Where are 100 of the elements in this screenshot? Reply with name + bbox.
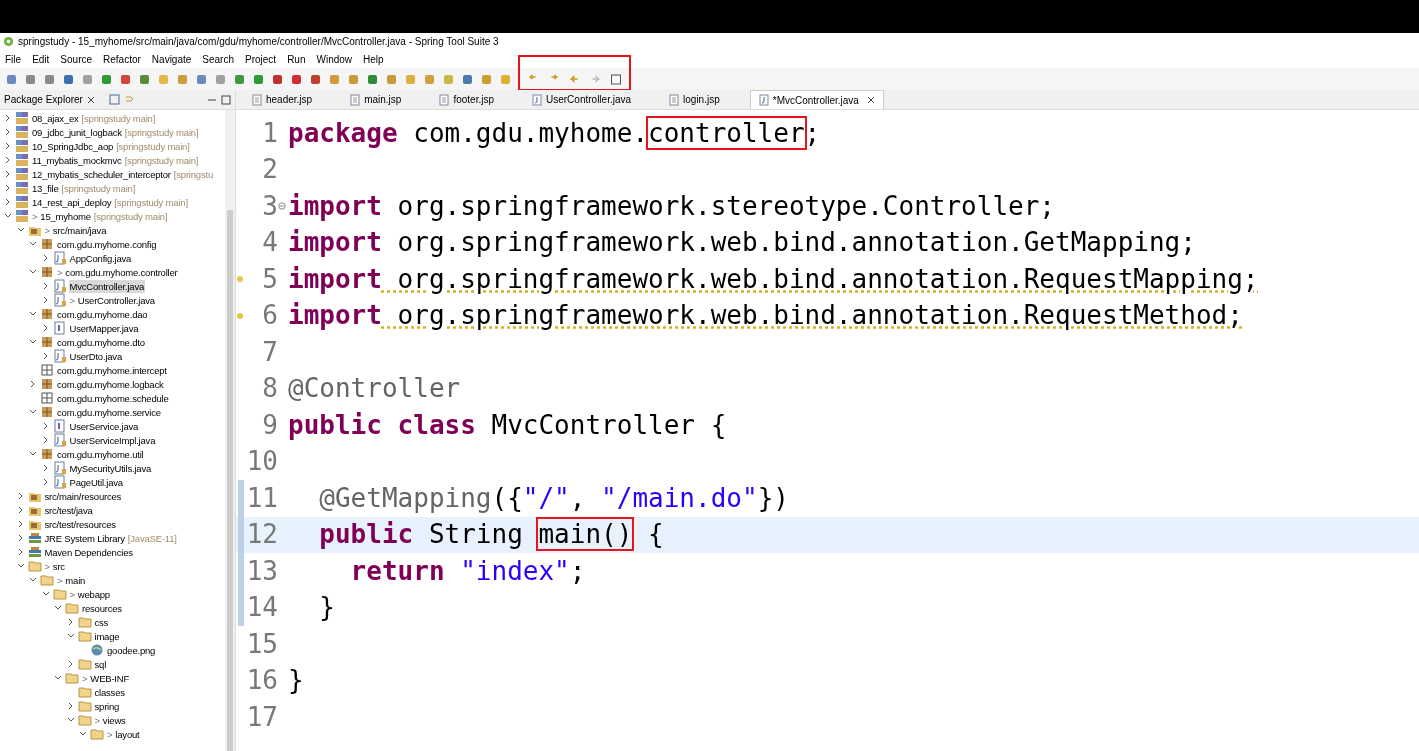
chevron-right-icon[interactable]: [41, 464, 50, 472]
maximize-icon[interactable]: [221, 94, 231, 105]
chevron-right-icon[interactable]: [4, 114, 12, 122]
editor-tab[interactable]: UserController.java: [524, 90, 660, 109]
menu-item[interactable]: Project: [245, 51, 277, 67]
chevron-right-icon[interactable]: [41, 478, 50, 486]
tree-item[interactable]: image: [93, 629, 121, 643]
menu-item[interactable]: File: [5, 51, 22, 67]
tree-item[interactable]: 10_SpringJdbc_aop [springstudy main]: [31, 139, 191, 153]
chevron-right-icon[interactable]: [41, 436, 50, 444]
chevron-right-icon[interactable]: [41, 422, 50, 430]
chevron-right-icon[interactable]: [66, 702, 75, 710]
chevron-right-icon[interactable]: [41, 282, 50, 290]
tree-item[interactable]: > 15_myhome [springstudy main]: [31, 209, 169, 223]
chevron-down-icon[interactable]: [79, 730, 87, 738]
chevron-down-icon[interactable]: [66, 716, 75, 724]
tree-item[interactable]: com.gdu.myhome.schedule: [56, 391, 170, 405]
tree-item[interactable]: spring: [93, 699, 121, 713]
chevron-down-icon[interactable]: [66, 632, 75, 640]
menu-item[interactable]: Search: [202, 51, 234, 67]
chevron-right-icon[interactable]: [41, 296, 50, 304]
toolbar-icon[interactable]: [309, 72, 322, 86]
toolbar-icon[interactable]: [119, 72, 132, 86]
tree-item[interactable]: > src/main/java: [43, 223, 108, 237]
tree-item[interactable]: com.gdu.myhome.util: [56, 447, 145, 461]
tree-item[interactable]: > src: [43, 559, 66, 573]
tree-item[interactable]: com.gdu.myhome.intercept: [56, 363, 168, 377]
toolbar-icon[interactable]: [5, 72, 18, 86]
tree-item[interactable]: 12_mybatis_scheduler_interceptor [springstu: [31, 167, 214, 181]
editor-tab[interactable]: *MvcController.java: [749, 90, 884, 109]
chevron-down-icon[interactable]: [29, 338, 37, 346]
editor-tab[interactable]: main.jsp: [342, 90, 430, 109]
close-icon[interactable]: [866, 96, 875, 104]
fold-icon[interactable]: [278, 202, 286, 211]
chevron-right-icon[interactable]: [4, 184, 12, 192]
menu-item[interactable]: Run: [287, 51, 306, 67]
tree-item[interactable]: src/test/java: [43, 503, 94, 517]
toolbar-icon[interactable]: [100, 72, 113, 86]
tree-item[interactable]: 08_ajax_ex [springstudy main]: [31, 111, 157, 125]
tree-item[interactable]: 13_file [springstudy main]: [31, 181, 137, 195]
chevron-right-icon[interactable]: [16, 534, 25, 542]
tree-item[interactable]: UserServiceImpl.java: [68, 433, 157, 447]
chevron-down-icon[interactable]: [29, 408, 37, 416]
menu-item[interactable]: Window: [316, 51, 353, 67]
chevron-down-icon[interactable]: [29, 450, 37, 458]
chevron-down-icon[interactable]: [16, 562, 25, 570]
tree-item[interactable]: src/test/resources: [43, 517, 117, 531]
chevron-right-icon[interactable]: [4, 128, 12, 136]
chevron-right-icon[interactable]: [16, 548, 25, 556]
maximize-icon[interactable]: [610, 73, 623, 85]
tree-item[interactable]: com.gdu.myhome.service: [56, 405, 162, 419]
tree-item[interactable]: UserDto.java: [68, 349, 123, 363]
chevron-right-icon[interactable]: [16, 492, 25, 500]
toolbar-icon[interactable]: [195, 72, 208, 86]
tree-item[interactable]: UserMapper.java: [68, 321, 140, 335]
chevron-right-icon[interactable]: [41, 324, 50, 332]
tree-item[interactable]: resources: [81, 601, 123, 615]
toolbar-icon[interactable]: [62, 72, 75, 86]
toolbar-icon[interactable]: [366, 72, 379, 86]
chevron-right-icon[interactable]: [41, 352, 50, 360]
tree-item[interactable]: > UserController.java: [68, 293, 156, 307]
tree-item[interactable]: 09_jdbc_junit_logback [springstudy main]: [31, 125, 200, 139]
chevron-down-icon[interactable]: [54, 674, 62, 682]
chevron-right-icon[interactable]: [16, 506, 25, 514]
editor-tab[interactable]: login.jsp: [661, 90, 748, 109]
chevron-down-icon[interactable]: [54, 604, 62, 612]
tree-item[interactable]: JRE System Library [JavaSE-11]: [43, 531, 178, 545]
toolbar-icon[interactable]: [290, 72, 303, 86]
menu-item[interactable]: Help: [363, 51, 384, 67]
tree-item[interactable]: PageUtil.java: [68, 475, 124, 489]
menu-item[interactable]: Navigate: [151, 51, 192, 67]
tree-item[interactable]: > webapp: [68, 587, 111, 601]
chevron-right-icon[interactable]: [16, 520, 25, 528]
tree-item[interactable]: com.gdu.myhome.dto: [56, 335, 146, 349]
menu-item[interactable]: Refactor: [103, 51, 141, 67]
toolbar-icon[interactable]: [24, 72, 37, 86]
toolbar-icon[interactable]: [43, 72, 56, 86]
toolbar-icon[interactable]: [138, 72, 151, 86]
toolbar-icon[interactable]: [461, 72, 474, 86]
chevron-right-icon[interactable]: [4, 156, 12, 164]
tree-item[interactable]: goodee.png: [106, 643, 157, 657]
chevron-right-icon[interactable]: [4, 170, 12, 178]
chevron-right-icon[interactable]: [66, 618, 75, 626]
tree-item[interactable]: com.gdu.myhome.logback: [56, 377, 165, 391]
chevron-down-icon[interactable]: [29, 576, 37, 584]
tree-item[interactable]: 11_mybatis_mockmvc [springstudy main]: [31, 153, 200, 167]
tree-item[interactable]: > layout: [106, 727, 141, 741]
chevron-right-icon[interactable]: [66, 660, 75, 668]
editor-tab[interactable]: footer.jsp: [431, 90, 522, 109]
tree-item[interactable]: > WEB-INF: [81, 671, 131, 685]
tree-item[interactable]: com.gdu.myhome.config: [56, 237, 158, 251]
tree-item[interactable]: MySecurityUtils.java: [68, 461, 153, 475]
tree-item[interactable]: > main: [56, 573, 87, 587]
tree-item[interactable]: classes: [93, 685, 126, 699]
tree-item[interactable]: Maven Dependencies: [43, 545, 134, 559]
collapse-all-icon[interactable]: [108, 94, 120, 105]
chevron-down-icon[interactable]: [29, 240, 37, 248]
chevron-down-icon[interactable]: [41, 590, 50, 598]
tree-item[interactable]: AppConfig.java: [68, 251, 133, 265]
tree-item[interactable]: > views: [93, 713, 127, 727]
